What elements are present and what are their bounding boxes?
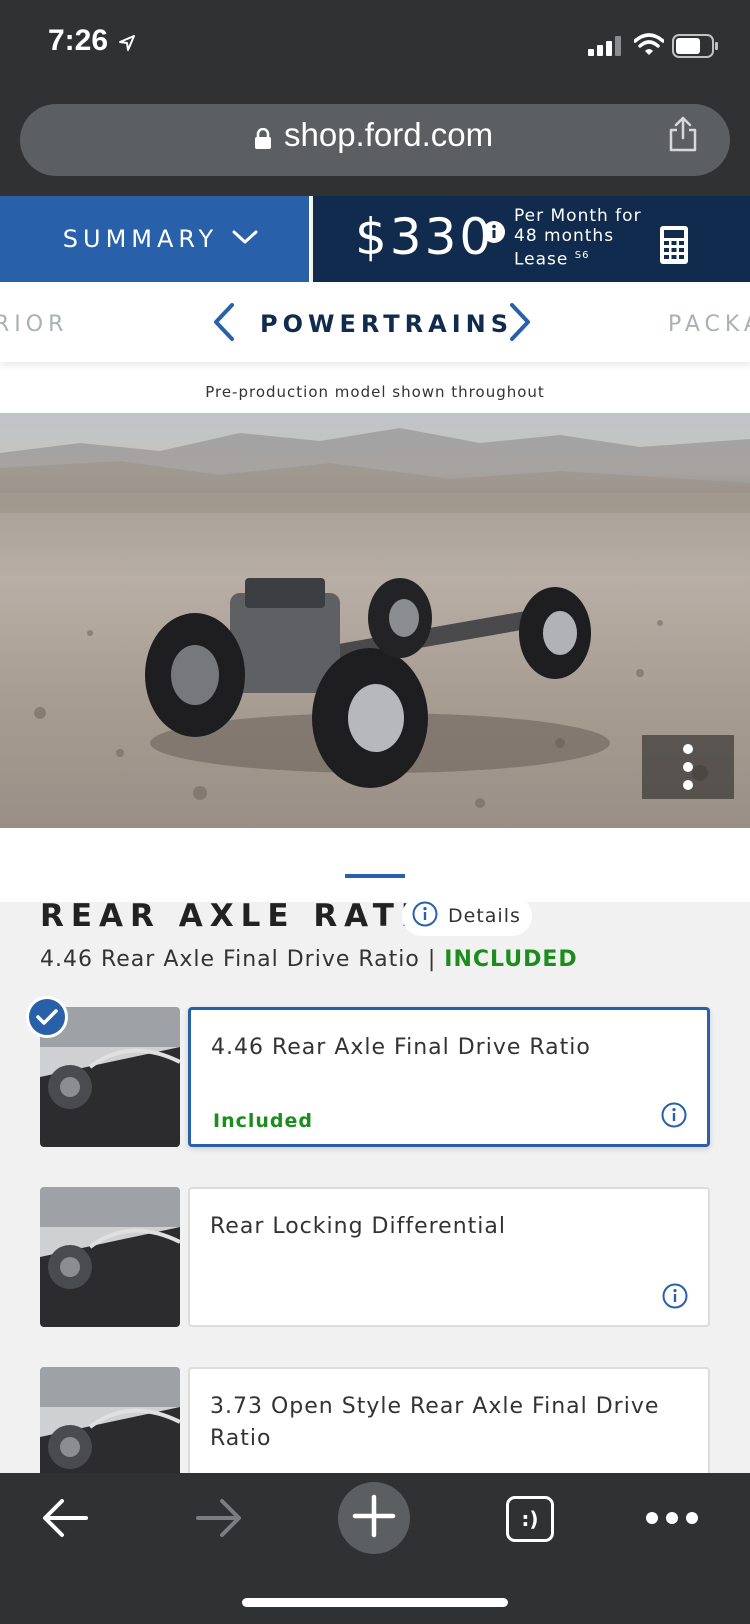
new-tab-button[interactable] xyxy=(338,1482,410,1554)
lease-line-1: Per Month for xyxy=(514,206,642,226)
details-label: Details xyxy=(448,905,521,927)
chevron-left-icon[interactable] xyxy=(212,302,236,346)
category-prev-label[interactable]: RIOR xyxy=(0,312,68,337)
image-more-button[interactable] xyxy=(642,735,734,799)
info-icon[interactable] xyxy=(661,1102,687,1132)
price-info-icon[interactable] xyxy=(482,220,506,248)
option-name: Rear Locking Differential xyxy=(210,1214,506,1239)
wifi-icon xyxy=(633,33,665,59)
lease-footnote: S6 xyxy=(574,250,590,261)
chevron-down-icon xyxy=(232,229,258,249)
category-next-label[interactable]: PACKA xyxy=(668,312,750,337)
tabs-button[interactable]: :) xyxy=(506,1496,554,1542)
lease-terms: Per Month for 48 months Lease S6 xyxy=(514,206,642,270)
category-current: POWERTRAINS xyxy=(260,310,513,338)
selected-option-text: 4.46 Rear Axle Final Drive Ratio | xyxy=(40,947,445,972)
status-time: 7:26 xyxy=(48,24,109,57)
option-card[interactable]: 4.46 Rear Axle Final Drive Ratio Include… xyxy=(188,1007,710,1147)
powertrain-hero-image xyxy=(0,413,750,828)
option-card[interactable]: Rear Locking Differential xyxy=(188,1187,710,1327)
url-text[interactable]: shop.ford.com xyxy=(284,116,493,154)
lease-line-2: 48 months xyxy=(514,226,615,246)
summary-label: SUMMARY xyxy=(62,225,219,253)
lease-line-3: Lease xyxy=(514,249,569,270)
selected-summary: 4.46 Rear Axle Final Drive Ratio | INCLU… xyxy=(40,947,578,972)
more-icon[interactable] xyxy=(644,1510,700,1530)
monthly-price: $330 xyxy=(355,208,495,266)
back-arrow-icon[interactable] xyxy=(40,1496,90,1544)
summary-button[interactable]: SUMMARY xyxy=(0,196,311,282)
home-indicator[interactable] xyxy=(242,1598,508,1607)
disclaimer-text: Pre-production model shown throughout xyxy=(205,383,545,401)
selected-price: INCLUDED xyxy=(444,947,578,972)
selected-check-icon xyxy=(26,996,68,1038)
info-icon[interactable] xyxy=(662,1283,688,1313)
forward-arrow-icon[interactable] xyxy=(194,1496,244,1544)
option-price: Included xyxy=(213,1110,313,1132)
option-name: 3.73 Open Style Rear Axle Final Drive Ra… xyxy=(210,1394,660,1451)
option-name: 4.46 Rear Axle Final Drive Ratio xyxy=(211,1035,591,1060)
details-button[interactable]: Details xyxy=(402,896,532,936)
share-icon[interactable] xyxy=(668,116,698,156)
calculator-icon[interactable] xyxy=(660,226,688,268)
section-title: REAR AXLE RATIO xyxy=(40,898,453,934)
lock-icon xyxy=(254,127,272,154)
battery-icon xyxy=(672,34,720,62)
option-thumbnail[interactable] xyxy=(40,1187,180,1327)
cellular-signal-icon xyxy=(588,36,622,60)
plus-icon xyxy=(352,1494,396,1542)
chevron-right-icon[interactable] xyxy=(508,302,532,346)
location-arrow-icon xyxy=(118,34,136,56)
info-icon xyxy=(412,901,438,931)
carousel-indicator xyxy=(345,874,405,878)
